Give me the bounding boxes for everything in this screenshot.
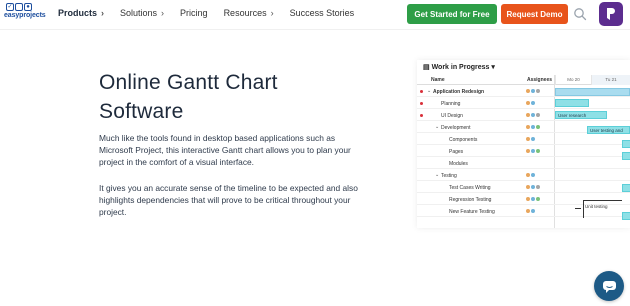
- avatar: [535, 88, 541, 94]
- get-started-button[interactable]: Get Started for Free: [407, 4, 497, 24]
- nav-success-stories[interactable]: Success Stories: [290, 8, 355, 18]
- gantt-dependency-line: [583, 200, 584, 218]
- priority-dot-icon: [420, 114, 423, 117]
- gantt-dependency-line: [575, 208, 581, 209]
- gantt-row[interactable]: Components: [417, 134, 630, 145]
- nav-resources[interactable]: Resources ›: [224, 8, 274, 18]
- gantt-unit-testing-label: Unit testing: [585, 204, 608, 209]
- logo-person-icon: ●: [24, 3, 32, 11]
- nav-pricing[interactable]: Pricing: [180, 8, 208, 18]
- gantt-bar-development: User testing and: [587, 126, 630, 134]
- gantt-title: ▤ Work in Progress ▾: [423, 63, 495, 71]
- bookmark-icon: [607, 8, 615, 20]
- gantt-row-name: Testing: [441, 173, 457, 179]
- assignee-avatars: [525, 88, 541, 94]
- nav-success-stories-label: Success Stories: [289, 8, 355, 18]
- logo-square-icon: [15, 3, 23, 11]
- expand-caret-icon[interactable]: ⌄: [427, 88, 431, 94]
- gantt-row[interactable]: Modules: [417, 158, 630, 169]
- app-launcher-icon[interactable]: [599, 2, 623, 26]
- nav-products[interactable]: Products ›: [58, 8, 104, 18]
- gantt-row[interactable]: Planning: [417, 98, 630, 109]
- chevron-down-icon: ▾: [489, 64, 495, 71]
- gantt-col-name: Name: [431, 77, 445, 83]
- priority-dot-icon: [420, 90, 423, 93]
- priority-dot-icon: [420, 102, 423, 105]
- gantt-bar-label: User testing and: [590, 128, 623, 133]
- assignee-avatars: [525, 112, 541, 118]
- gantt-row-name: Development: [441, 125, 471, 131]
- chat-button[interactable]: [594, 271, 624, 301]
- gantt-row-name: Modules: [449, 161, 468, 167]
- page-title: Online Gantt Chart Software: [99, 68, 339, 126]
- page-title-line2: Software: [99, 100, 184, 123]
- gantt-day-mo20: Mo 20: [555, 75, 591, 85]
- gantt-dependency-line: [583, 200, 622, 201]
- gantt-bar-planning: [555, 99, 589, 107]
- avatar: [535, 124, 541, 130]
- assignee-avatars: [525, 100, 536, 106]
- gantt-row[interactable]: ⌄ Testing: [417, 170, 630, 181]
- avatar: [530, 100, 536, 106]
- chevron-right-icon: ›: [161, 8, 165, 18]
- gantt-row-name: Components: [449, 137, 478, 143]
- gantt-title-text: Work in Progress: [431, 64, 490, 71]
- request-demo-button[interactable]: Request Demo: [501, 4, 568, 24]
- expand-caret-icon[interactable]: ⌄: [435, 172, 439, 178]
- nav-solutions-label: Solutions: [120, 8, 158, 18]
- avatar: [535, 184, 541, 190]
- hero-paragraph-1: Much like the tools found in desktop bas…: [99, 133, 351, 167]
- avatar: [535, 196, 541, 202]
- gantt-bar-ui-design: User research: [555, 111, 607, 119]
- gantt-row-name: Test Cases Writing: [449, 185, 491, 191]
- avatar: [535, 148, 541, 154]
- expand-caret-icon[interactable]: ⌄: [435, 124, 439, 130]
- nav-pricing-label: Pricing: [180, 8, 208, 18]
- assignee-avatars: [525, 136, 536, 142]
- assignee-avatars: [525, 148, 541, 154]
- gantt-bar-application-redesign: [555, 88, 630, 96]
- gantt-day-tu21: Tu 21: [591, 75, 630, 85]
- gantt-row-name: New Feature Testing: [449, 209, 495, 215]
- logo-text: easyprojects: [4, 12, 46, 19]
- gantt-row[interactable]: Test Cases Writing: [417, 182, 630, 193]
- site-header: ✓ ● easyprojects Products › Solutions › …: [0, 0, 630, 30]
- gantt-chart-preview: ▤ Work in Progress ▾ Name Assignees Mo 2…: [417, 60, 630, 228]
- gantt-row-name: Application Redesign: [433, 89, 485, 95]
- main-nav: Products › Solutions › Pricing Resources…: [58, 8, 370, 18]
- hero-paragraph-2: It gives you an accurate sense of the ti…: [99, 183, 358, 217]
- chevron-right-icon: ›: [270, 8, 274, 18]
- easyprojects-logo[interactable]: ✓ ● easyprojects: [4, 3, 48, 27]
- gantt-col-assignees: Assignees: [527, 77, 553, 83]
- search-icon[interactable]: [573, 7, 587, 21]
- gantt-bar-pages: [622, 152, 630, 160]
- assignee-avatars: [525, 196, 541, 202]
- gantt-bar-label: User research: [558, 113, 587, 118]
- assignee-avatars: [525, 208, 536, 214]
- nav-products-label: Products: [58, 8, 98, 18]
- avatar: [535, 112, 541, 118]
- avatar: [530, 172, 536, 178]
- avatar: [530, 208, 536, 214]
- gantt-row[interactable]: Pages: [417, 146, 630, 157]
- avatar: [530, 136, 536, 142]
- chevron-right-icon: ›: [101, 8, 105, 18]
- chat-bubble-icon: [602, 280, 616, 293]
- page-title-line1: Online Gantt Chart: [99, 71, 278, 94]
- assignee-avatars: [525, 124, 541, 130]
- assignee-avatars: [525, 172, 536, 178]
- nav-resources-label: Resources: [223, 8, 267, 18]
- gantt-bar-new-feature: [622, 212, 630, 220]
- assignee-avatars: [525, 184, 541, 190]
- gantt-row-name: Pages: [449, 149, 464, 155]
- gantt-bar-test-cases: [622, 184, 630, 192]
- gantt-row-name: UI Design: [441, 113, 463, 119]
- list-icon: ▤: [423, 64, 432, 71]
- nav-solutions[interactable]: Solutions ›: [120, 8, 164, 18]
- gantt-row-name: Regression Testing: [449, 197, 492, 203]
- gantt-row-name: Planning: [441, 101, 461, 107]
- gantt-bar-components: [622, 140, 630, 148]
- gantt-header-row: Name Assignees Mo 20 Tu 21: [417, 75, 630, 85]
- logo-check-icon: ✓: [6, 3, 14, 11]
